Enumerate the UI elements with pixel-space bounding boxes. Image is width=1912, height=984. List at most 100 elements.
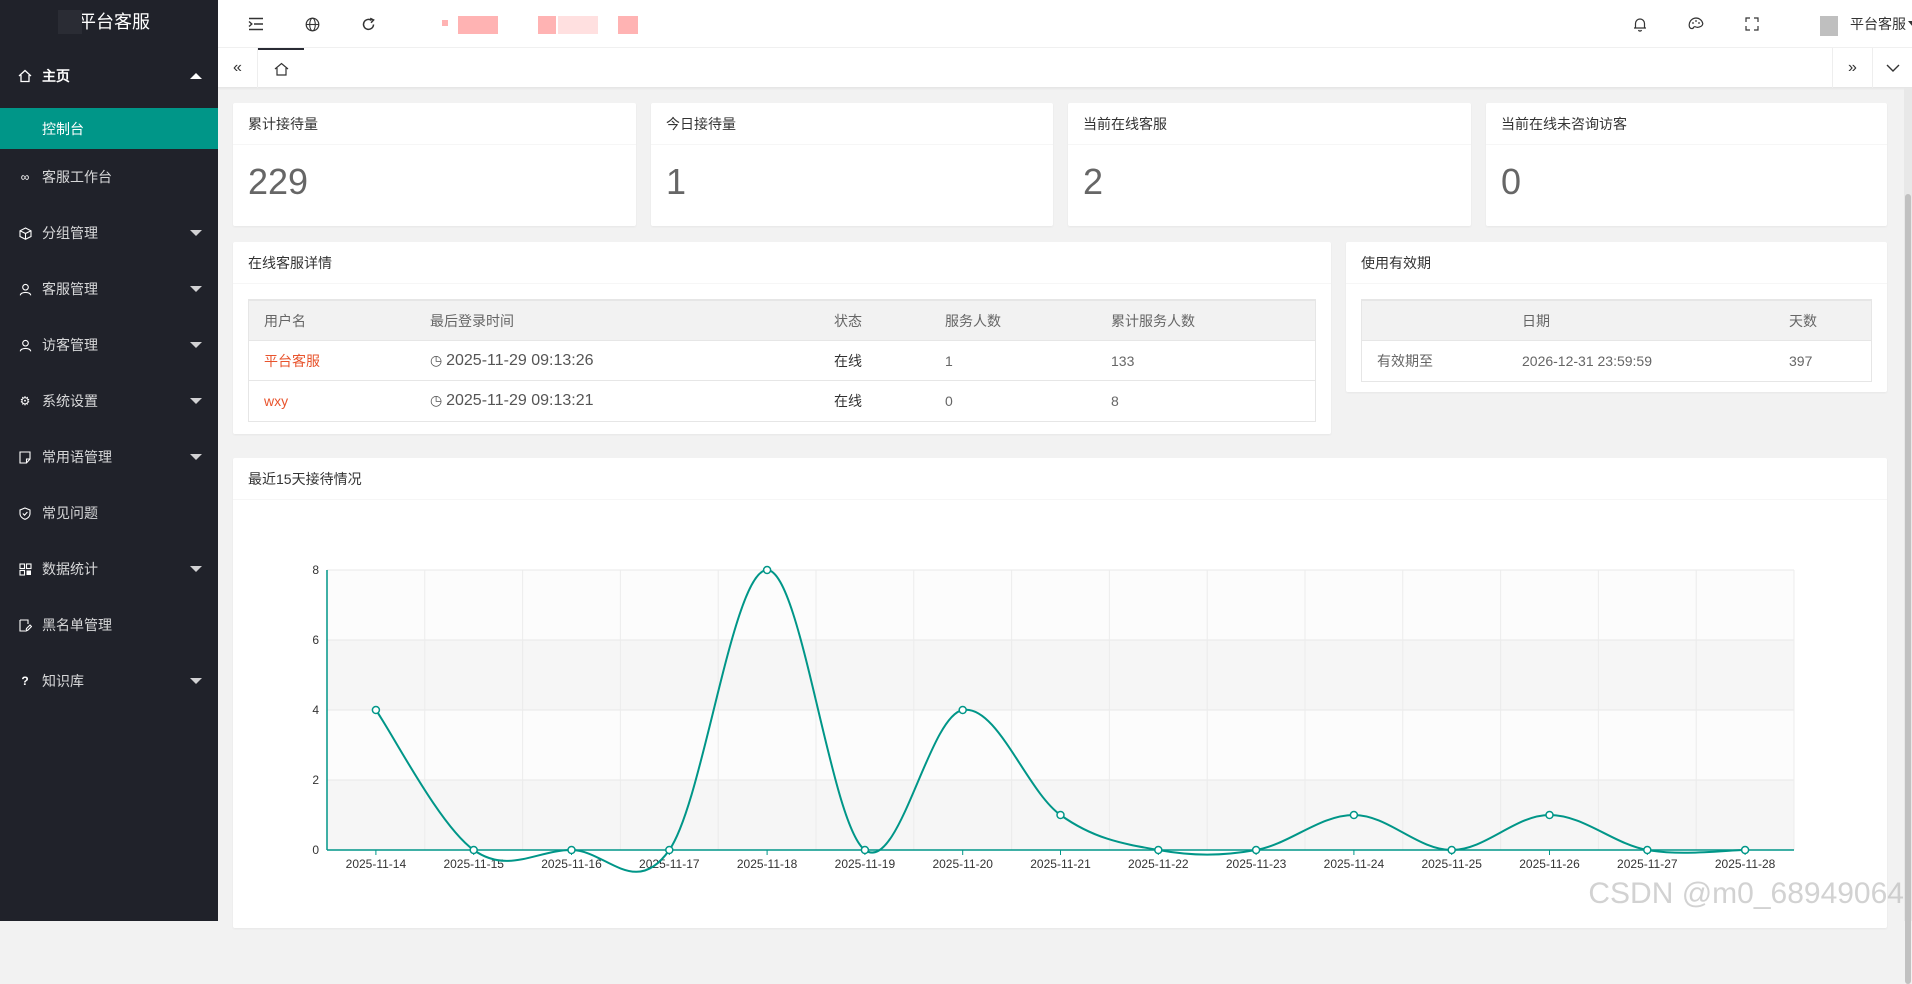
card-title: 使用有效期 — [1346, 242, 1887, 284]
home-icon — [18, 69, 32, 83]
data-point — [1742, 847, 1749, 854]
data-point — [568, 847, 575, 854]
sidebar-item-groups[interactable]: 分组管理 — [0, 205, 218, 261]
x-tick-label: 2025-11-19 — [835, 857, 896, 871]
sidebar-item-settings[interactable]: ⚙ 系统设置 — [0, 373, 218, 429]
caret-down-icon — [190, 454, 202, 460]
caret-down-icon[interactable] — [1908, 21, 1912, 27]
x-tick-label: 2025-11-25 — [1421, 857, 1482, 871]
sidebar-item-label: 主页 — [42, 66, 70, 86]
sidebar-item-phrases[interactable]: 常用语管理 — [0, 429, 218, 485]
validity-card: 使用有效期 日期 天数 有效期至 2026-12-31 23:59:59 397 — [1346, 242, 1887, 392]
refresh-icon[interactable] — [356, 12, 380, 36]
sidebar-item-label: 系统设置 — [42, 391, 98, 411]
card-title: 在线客服详情 — [233, 242, 1331, 284]
blurred-content — [618, 16, 638, 34]
sidebar-item-stats[interactable]: 数据统计 — [0, 541, 218, 597]
data-point — [764, 567, 771, 574]
data-point — [470, 847, 477, 854]
fullscreen-icon[interactable] — [1740, 12, 1764, 36]
column-header: 状态 — [819, 301, 930, 341]
sidebar-item-label: 黑名单管理 — [42, 615, 112, 635]
blurred-content — [558, 16, 598, 34]
validity-days: 397 — [1774, 341, 1871, 381]
agent-name-link[interactable]: 平台客服 — [249, 341, 415, 381]
grid-band — [327, 570, 1794, 640]
status-cell: 在线 — [819, 381, 930, 421]
x-tick-label: 2025-11-16 — [541, 857, 602, 871]
home-icon — [274, 62, 289, 76]
stat-value: 1 — [651, 145, 1053, 219]
validity-table: 日期 天数 有效期至 2026-12-31 23:59:59 397 — [1361, 299, 1872, 382]
avatar[interactable] — [1820, 16, 1838, 36]
data-point — [666, 847, 673, 854]
sidebar-item-home[interactable]: 主页 — [0, 44, 218, 108]
data-point — [1350, 812, 1357, 819]
page-scrollbar[interactable] — [1904, 88, 1912, 921]
table-row: wxy ◷ 2025-11-29 09:13:21 在线 0 8 — [249, 381, 1315, 421]
sidebar-item-knowledge[interactable]: ? 知识库 — [0, 653, 218, 709]
total-cell: 8 — [1096, 381, 1315, 421]
menu-toggle-icon[interactable] — [244, 12, 268, 36]
scrollbar-thumb[interactable] — [1905, 194, 1911, 984]
bell-icon[interactable] — [1628, 12, 1652, 36]
blurred-content — [458, 16, 498, 34]
globe-icon[interactable] — [300, 12, 324, 36]
user-icon — [18, 338, 32, 352]
tabs-bar: « » — [218, 48, 1912, 88]
reception-line-chart: 024682025-11-142025-11-152025-11-162025-… — [233, 500, 1887, 920]
sidebar-item-label: 控制台 — [42, 119, 84, 139]
logo-icon — [58, 10, 82, 34]
sidebar-item-faq[interactable]: 常见问题 — [0, 485, 218, 541]
caret-down-icon — [190, 230, 202, 236]
y-tick-label: 6 — [312, 633, 319, 647]
user-name[interactable]: 平台客服 — [1850, 14, 1906, 34]
app-title: 平台客服 — [78, 12, 150, 32]
theme-icon[interactable] — [1684, 12, 1708, 36]
agent-name-link[interactable]: wxy — [249, 381, 415, 421]
sidebar-item-label: 访客管理 — [42, 335, 98, 355]
tabs-menu-chevron-down-icon[interactable] — [1872, 48, 1912, 88]
app-icon — [18, 562, 32, 576]
blurred-content — [442, 20, 448, 26]
data-point — [861, 847, 868, 854]
tabs-scroll-left-icon[interactable]: « — [218, 48, 258, 88]
column-header: 天数 — [1774, 301, 1871, 341]
stat-value: 0 — [1486, 145, 1887, 219]
data-point — [1546, 812, 1553, 819]
caret-down-icon — [190, 566, 202, 572]
sidebar-item-label: 客服管理 — [42, 279, 98, 299]
column-header: 最后登录时间 — [415, 301, 819, 341]
sidebar-item-blacklist[interactable]: 黑名单管理 — [0, 597, 218, 653]
sidebar-item-dashboard[interactable]: 控制台 — [0, 108, 218, 149]
cube-icon — [18, 226, 32, 240]
x-tick-label: 2025-11-23 — [1226, 857, 1287, 871]
y-tick-label: 2 — [312, 773, 319, 787]
sidebar-item-label: 分组管理 — [42, 223, 98, 243]
column-header: 用户名 — [249, 301, 415, 341]
stat-card-total: 累计接待量 229 — [233, 103, 636, 226]
last-login-time: 2025-11-29 09:13:26 — [446, 352, 593, 369]
sidebar-item-workbench[interactable]: ∞ 客服工作台 — [0, 149, 218, 205]
tabs-scroll-right-icon[interactable]: » — [1832, 48, 1872, 88]
last-login-time: 2025-11-29 09:13:21 — [446, 392, 593, 409]
online-agents-card: 在线客服详情 用户名 最后登录时间 状态 服务人数 累计服务人数 平台客服 ◷ … — [233, 242, 1331, 434]
stat-value: 229 — [233, 145, 636, 219]
x-tick-label: 2025-11-21 — [1030, 857, 1091, 871]
caret-down-icon — [190, 398, 202, 404]
validity-date: 2026-12-31 23:59:59 — [1507, 341, 1774, 381]
app-logo[interactable]: 平台客服 — [0, 0, 218, 44]
sidebar-item-visitors[interactable]: 访客管理 — [0, 317, 218, 373]
note-icon — [18, 450, 32, 464]
column-header: 服务人数 — [930, 301, 1096, 341]
sidebar-item-agents[interactable]: 客服管理 — [0, 261, 218, 317]
table-header-row: 日期 天数 — [1362, 301, 1871, 341]
data-point — [1155, 847, 1162, 854]
edit-icon — [18, 618, 32, 632]
x-tick-label: 2025-11-22 — [1128, 857, 1189, 871]
stat-card-today: 今日接待量 1 — [651, 103, 1053, 226]
tab-home[interactable] — [258, 48, 304, 88]
table-header-row: 用户名 最后登录时间 状态 服务人数 累计服务人数 — [249, 301, 1315, 341]
x-tick-label: 2025-11-18 — [737, 857, 798, 871]
caret-down-icon — [190, 286, 202, 292]
